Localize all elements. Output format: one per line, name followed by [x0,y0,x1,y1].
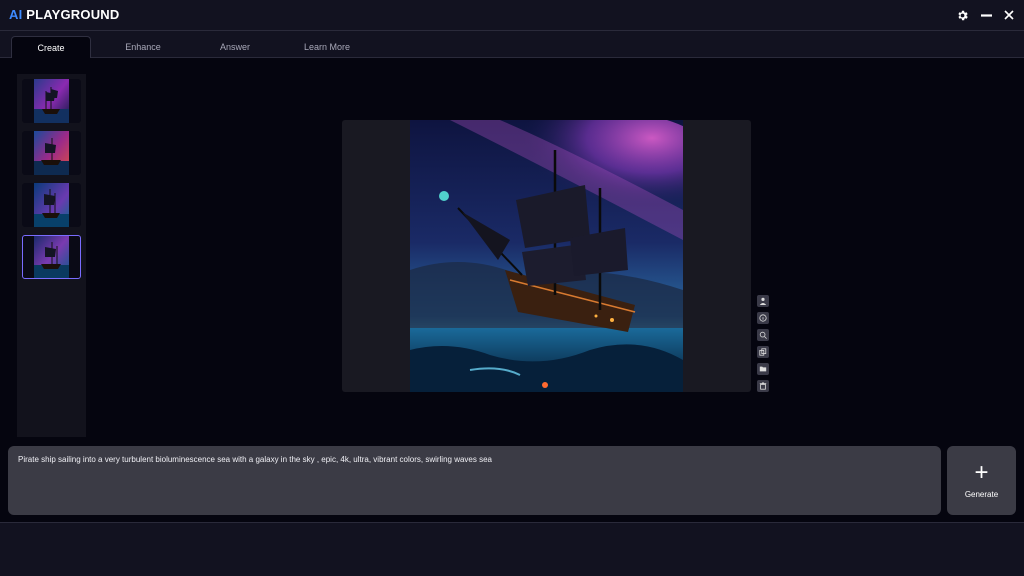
minimize-button[interactable] [977,6,995,24]
trash-tool-button[interactable] [757,380,769,392]
copy-tool-button[interactable] [757,346,769,358]
settings-button[interactable] [953,6,971,24]
minimize-icon [980,13,992,17]
plus-icon: + [974,459,989,486]
info-tool-button[interactable] [757,312,769,324]
gear-icon [957,10,968,20]
generate-label: Generate [964,490,999,499]
tab-learn-more[interactable]: Learn More [287,36,367,58]
status-strip [0,523,1024,576]
copy-icon [759,348,767,356]
tab-answer[interactable]: Answer [195,36,275,58]
history-thumbnail[interactable] [22,131,81,175]
info-icon [759,314,767,322]
history-thumbnail[interactable] [22,183,81,227]
zoom-icon [759,331,767,339]
thumbnail-image [34,79,69,123]
folder-tool-button[interactable] [757,363,769,375]
tab-enhance[interactable]: Enhance [103,36,183,58]
thumbnail-image [34,183,69,227]
title-bar: AI PLAYGROUND [0,0,1024,31]
image-viewer [342,120,751,392]
close-icon [1004,10,1014,20]
close-button[interactable] [1000,6,1018,24]
generated-image[interactable] [410,120,683,392]
thumbnail-image [34,131,69,175]
pirate-ship-image [410,120,683,392]
app-title: AI PLAYGROUND [9,7,120,22]
thumbnail-image [34,236,69,278]
tab-bar: Create Enhance Answer Learn More [0,31,1024,58]
zoom-tool-button[interactable] [757,329,769,341]
history-thumbnail[interactable] [22,79,81,123]
person-tool-button[interactable] [757,295,769,307]
prompt-input[interactable]: Pirate ship sailing into a very turbulen… [8,446,941,515]
history-panel [17,74,86,437]
folder-icon [759,366,767,372]
history-thumbnail-selected[interactable] [22,235,81,279]
person-icon [759,297,767,305]
generate-button[interactable]: + Generate [947,446,1016,515]
tab-create[interactable]: Create [11,36,91,58]
trash-icon [759,382,767,390]
